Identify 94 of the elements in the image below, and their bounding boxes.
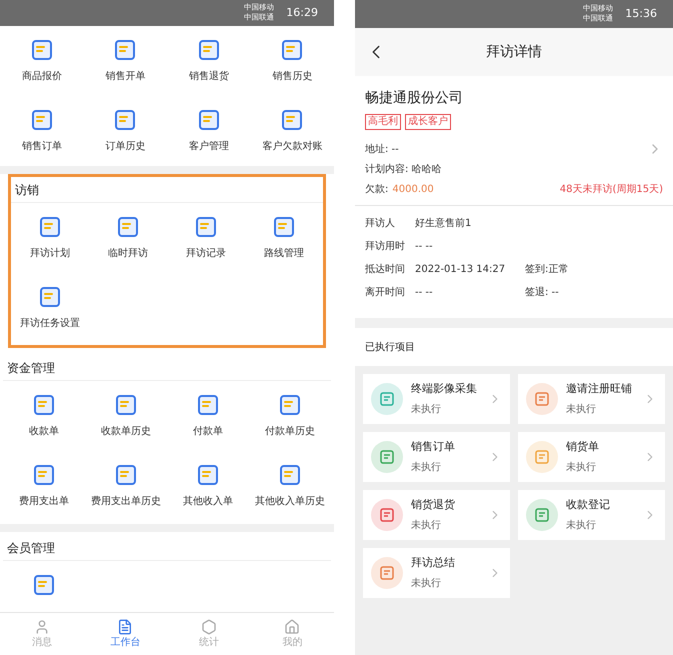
task-card[interactable]: 拜访总结 未执行 bbox=[363, 548, 510, 598]
plan-text: 计划内容: 哈哈哈 bbox=[365, 162, 443, 177]
tab-icon bbox=[117, 618, 134, 634]
task-name: 销货退货 bbox=[411, 497, 456, 514]
feature-item[interactable]: 销售开单 bbox=[84, 26, 167, 96]
feature-item[interactable]: 拜访计划 bbox=[11, 203, 89, 273]
section-title: 访销 bbox=[15, 182, 39, 198]
document-icon bbox=[30, 38, 53, 61]
debt-label: 欠款: bbox=[365, 183, 388, 197]
feature-item[interactable]: 商品报价 bbox=[0, 26, 84, 96]
customer-tag: 高毛利 bbox=[365, 114, 401, 130]
feature-item[interactable]: 付款单 bbox=[167, 381, 249, 451]
feature-item[interactable]: 拜访任务设置 bbox=[11, 273, 89, 343]
feature-item[interactable]: 收款单历史 bbox=[85, 381, 167, 451]
document-icon bbox=[281, 38, 304, 61]
section-title: 会员管理 bbox=[7, 540, 55, 556]
document-icon bbox=[273, 216, 295, 238]
overdue-text: 48天未拜访(周期15天) bbox=[560, 182, 663, 197]
document-icon bbox=[197, 464, 219, 486]
status-time: 15:36 bbox=[625, 6, 657, 22]
company-name: 畅捷通股份公司 bbox=[365, 89, 464, 108]
document-icon bbox=[33, 394, 55, 416]
check-status: 签到:正常 bbox=[525, 262, 568, 277]
document-icon bbox=[33, 574, 55, 596]
info-label: 拜访用时 bbox=[365, 240, 406, 254]
tab-icon bbox=[200, 618, 217, 634]
feature-item[interactable]: 其他收入单 bbox=[167, 451, 249, 521]
task-card[interactable]: 销货退货 未执行 bbox=[363, 490, 510, 540]
task-name: 拜访总结 bbox=[411, 555, 456, 572]
page-title: 拜访详情 bbox=[486, 42, 542, 62]
check-status: 签退: -- bbox=[525, 286, 559, 300]
info-value: 好生意售前1 bbox=[415, 216, 472, 231]
feature-item[interactable]: 客户管理 bbox=[167, 96, 250, 166]
task-status: 未执行 bbox=[411, 576, 442, 591]
document-icon bbox=[30, 108, 53, 131]
task-name: 销货单 bbox=[566, 439, 600, 456]
task-status: 未执行 bbox=[566, 460, 597, 475]
document-icon bbox=[197, 394, 219, 416]
task-card[interactable]: 终端影像采集 未执行 bbox=[363, 374, 510, 424]
task-name: 销售订单 bbox=[411, 439, 456, 456]
document-icon bbox=[114, 108, 136, 131]
info-value: 2022-01-13 14:27 bbox=[415, 263, 506, 277]
document-icon bbox=[198, 38, 220, 61]
task-name: 终端影像采集 bbox=[411, 381, 478, 398]
document-icon bbox=[281, 108, 304, 131]
feature-item[interactable]: 费用支出单历史 bbox=[85, 451, 167, 521]
task-status: 未执行 bbox=[411, 518, 442, 533]
feature-item[interactable]: 销售订单 bbox=[0, 96, 84, 166]
feature-item[interactable]: 销售退货 bbox=[167, 26, 250, 96]
document-icon bbox=[33, 464, 55, 486]
info-value: -- -- bbox=[415, 240, 434, 254]
document-icon bbox=[114, 38, 136, 61]
task-card[interactable]: 邀请注册旺铺 未执行 bbox=[518, 374, 665, 424]
task-card[interactable]: 销货单 未执行 bbox=[518, 432, 665, 482]
document-icon bbox=[195, 216, 217, 238]
feature-item[interactable]: 付款单历史 bbox=[249, 381, 331, 451]
task-card[interactable]: 收款登记 未执行 bbox=[518, 490, 665, 540]
tab-icon bbox=[284, 618, 300, 634]
document-icon bbox=[117, 216, 139, 238]
feature-item[interactable]: 其他收入单历史 bbox=[249, 451, 331, 521]
info-label: 离开时间 bbox=[365, 286, 406, 300]
status-time: 16:29 bbox=[286, 4, 318, 21]
document-icon bbox=[198, 108, 220, 131]
feature-item[interactable]: 路线管理 bbox=[245, 203, 323, 273]
debt-value: 4000.00 bbox=[392, 183, 434, 197]
task-name: 邀请注册旺铺 bbox=[566, 381, 633, 398]
task-status: 未执行 bbox=[566, 518, 597, 533]
section-title: 资金管理 bbox=[7, 360, 55, 376]
task-status: 未执行 bbox=[411, 460, 442, 475]
feature-item[interactable]: 临时拜访 bbox=[89, 203, 167, 273]
task-status: 未执行 bbox=[566, 402, 597, 417]
tab-icon bbox=[34, 618, 50, 634]
info-label: 拜访人 bbox=[365, 216, 396, 231]
document-icon bbox=[115, 464, 137, 486]
task-status: 未执行 bbox=[411, 402, 442, 417]
feature-item[interactable]: 费用支出单 bbox=[3, 451, 85, 521]
customer-tag: 成长客户 bbox=[405, 114, 451, 130]
document-icon bbox=[279, 394, 301, 416]
info-value: -- -- bbox=[415, 286, 434, 300]
task-card[interactable]: 销售订单 未执行 bbox=[363, 432, 510, 482]
task-name: 收款登记 bbox=[566, 497, 611, 514]
section-title: 已执行项目 bbox=[365, 340, 415, 354]
document-icon bbox=[115, 394, 137, 416]
feature-item[interactable]: 订单历史 bbox=[84, 96, 167, 166]
document-icon bbox=[39, 286, 61, 308]
info-label: 抵达时间 bbox=[365, 262, 406, 277]
document-icon bbox=[279, 464, 301, 486]
tab-item[interactable]: 工作台 bbox=[84, 613, 167, 655]
feature-item[interactable]: 拜访记录 bbox=[167, 203, 245, 273]
feature-item[interactable]: 客户欠款对账 bbox=[250, 96, 334, 166]
document-icon bbox=[39, 216, 61, 238]
feature-item[interactable]: 收款单 bbox=[3, 381, 85, 451]
feature-item[interactable]: 销售历史 bbox=[250, 26, 334, 96]
address-text: 地址: -- bbox=[365, 142, 399, 156]
